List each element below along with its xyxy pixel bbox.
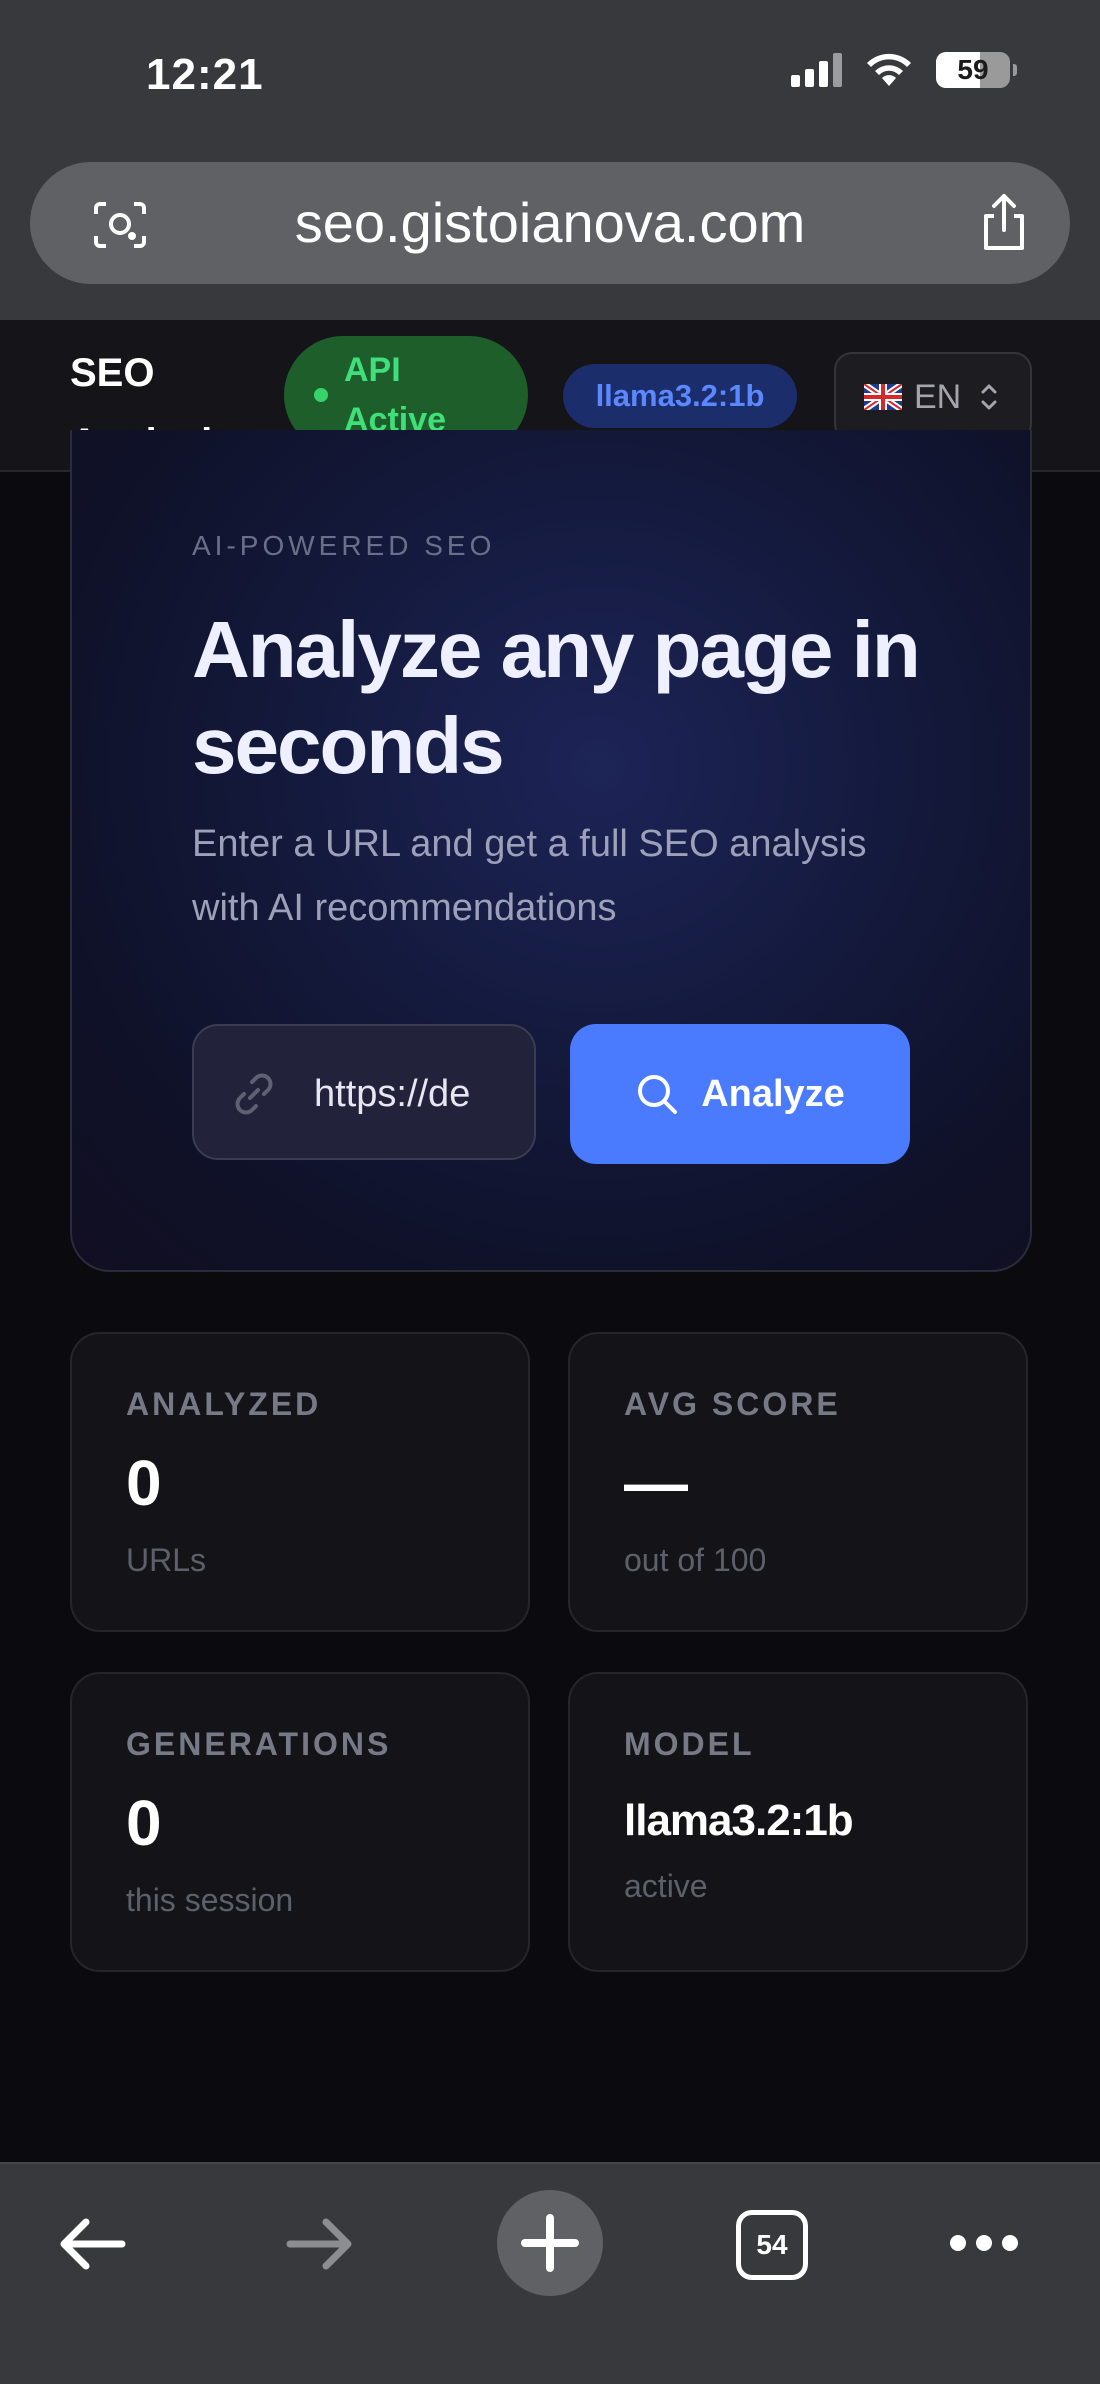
stat-card-avg-score: AVG SCORE — out of 100 [568, 1332, 1028, 1632]
address-bar[interactable]: seo.gistoianova.com [30, 162, 1070, 284]
link-icon [235, 1073, 273, 1115]
battery-level: 59 [957, 54, 989, 85]
status-dot-icon [314, 388, 328, 402]
language-code: EN [914, 377, 962, 416]
stat-card-model: MODEL llama3.2:1b active [568, 1672, 1028, 1972]
cellular-signal-icon [791, 53, 842, 87]
hero-card: AI-POWERED SEO Analyze any page in secon… [70, 430, 1032, 1272]
stat-label: MODEL [624, 1726, 755, 1762]
browser-bottom-toolbar: 54 [0, 2162, 1100, 2384]
status-time: 12:21 [146, 50, 264, 99]
new-tab-button[interactable] [497, 2190, 603, 2296]
stat-card-generations: GENERATIONS 0 this session [70, 1672, 530, 1972]
stat-label: GENERATIONS [126, 1726, 392, 1762]
url-input-field[interactable] [192, 1024, 536, 1160]
hero-eyebrow: AI-POWERED SEO [192, 530, 496, 561]
share-icon[interactable] [976, 192, 1032, 252]
stat-label: AVG SCORE [624, 1386, 841, 1422]
stat-value: 0 [126, 1787, 162, 1859]
language-selector[interactable]: EN [834, 352, 1032, 442]
stat-sub: out of 100 [624, 1542, 767, 1578]
analyze-label: Analyze [701, 1072, 845, 1115]
brand-line-1: SEO [70, 351, 155, 395]
chevron-updown-icon [981, 384, 997, 410]
stat-sub: active [624, 1868, 708, 1904]
forward-arrow-icon[interactable] [284, 2216, 356, 2272]
analyze-button[interactable]: Analyze [570, 1024, 910, 1164]
status-icons: 59 [791, 52, 1017, 88]
stat-label: ANALYZED [126, 1386, 322, 1422]
url-input[interactable] [314, 1066, 490, 1122]
flag-uk-icon [864, 384, 902, 410]
stat-value: llama3.2:1b [624, 1796, 854, 1845]
search-icon [638, 1075, 678, 1114]
tabs-icon[interactable]: 54 [736, 2210, 808, 2280]
url-text[interactable]: seo.gistoianova.com [30, 190, 1070, 255]
hero-subtext: Enter a URL and get a full SEO analysis … [192, 823, 867, 929]
stat-value: 0 [126, 1447, 162, 1519]
model-badge: llama3.2:1b [563, 364, 797, 428]
stat-sub: URLs [126, 1542, 207, 1578]
stat-card-analyzed: ANALYZED 0 URLs [70, 1332, 530, 1632]
plus-icon [521, 2214, 579, 2272]
browser-top-bar: 12:21 59 seo.gistoianova.com [0, 0, 1100, 320]
api-status-line-1: API [344, 351, 401, 389]
back-arrow-icon[interactable] [56, 2216, 128, 2272]
stat-sub: this session [126, 1882, 294, 1918]
battery-icon: 59 [936, 52, 1017, 88]
wifi-icon [867, 53, 911, 86]
hero-headline: Analyze any page in seconds [192, 605, 921, 790]
stat-value: — [624, 1447, 688, 1519]
more-icon[interactable] [948, 2230, 1020, 2256]
